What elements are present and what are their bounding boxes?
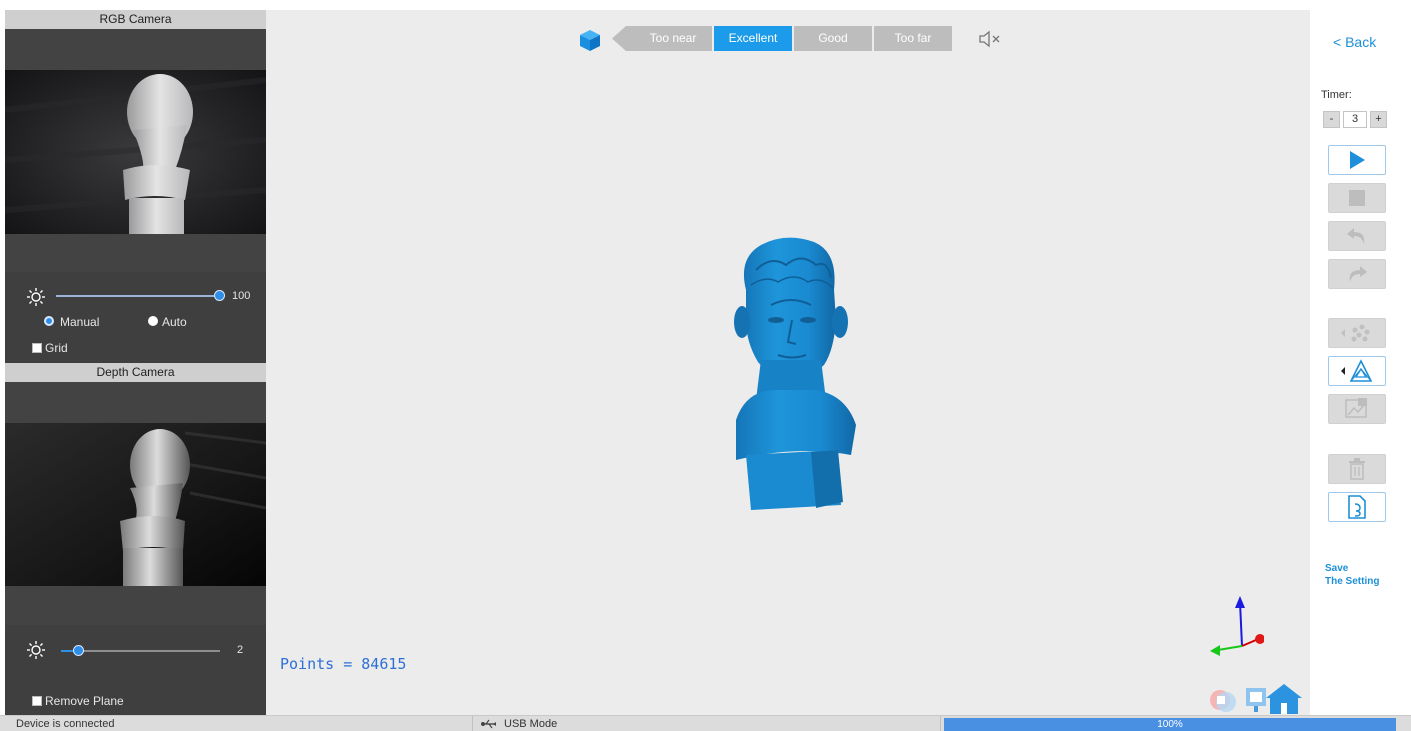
tool-panel: < Back Timer: - 3 + Save The Setting <box>1310 10 1411 715</box>
arrow-left-icon <box>612 26 636 51</box>
speaker-muted-icon[interactable] <box>978 30 1002 48</box>
timer-decrement-button[interactable]: - <box>1323 111 1340 128</box>
auto-radio-label: Auto <box>162 315 187 329</box>
undo-button[interactable] <box>1328 221 1386 251</box>
rgb-camera-feed <box>5 70 266 234</box>
status-bar: Device is connected USB Mode 100% <box>0 715 1411 731</box>
play-icon <box>1350 151 1365 169</box>
status-divider <box>472 716 473 731</box>
save-settings-line1: Save <box>1325 563 1349 574</box>
redo-icon <box>1349 266 1367 282</box>
depth-brightness-value: 2 <box>237 644 244 656</box>
sun-icon <box>27 288 45 306</box>
depth-camera-feed <box>5 423 266 586</box>
timer-value-input[interactable]: 3 <box>1343 111 1367 128</box>
texture-button[interactable] <box>1328 394 1386 424</box>
connection-mode: USB Mode <box>504 718 558 730</box>
start-scan-button[interactable] <box>1328 145 1386 175</box>
remove-plane-checkbox[interactable] <box>32 696 42 706</box>
remove-plane-label: Remove Plane <box>45 694 124 708</box>
camera-panel: RGB Camera 100 Manual Auto Grid Depth Ca… <box>5 10 266 715</box>
view-mode-icons[interactable] <box>1204 680 1308 714</box>
mesh-button[interactable] <box>1328 356 1386 386</box>
export-button[interactable] <box>1328 492 1386 522</box>
rgb-brightness-handle[interactable] <box>214 290 225 301</box>
rgb-camera-title: RGB Camera <box>5 10 266 29</box>
cube-icon <box>580 30 600 51</box>
auto-radio[interactable] <box>148 316 158 326</box>
rgb-brightness-slider[interactable] <box>56 295 220 297</box>
usb-icon <box>481 719 496 729</box>
timer-label: Timer: <box>1321 89 1352 101</box>
grid-checkbox[interactable] <box>32 343 42 353</box>
depth-camera-title: Depth Camera <box>5 363 266 382</box>
quality-too-near: Too near <box>634 26 712 51</box>
point-cloud-icon <box>1341 324 1370 342</box>
grid-checkbox-label: Grid <box>45 341 68 355</box>
manual-radio[interactable] <box>44 316 54 326</box>
timer-increment-button[interactable]: + <box>1370 111 1387 128</box>
points-count: Points = 84615 <box>280 655 407 673</box>
trash-icon <box>1349 458 1365 480</box>
progress-bar: 100% <box>944 718 1396 731</box>
axis-gizmo-icon <box>1210 596 1264 656</box>
quality-excellent: Excellent <box>714 26 792 51</box>
sun-icon <box>27 641 45 659</box>
delete-button[interactable] <box>1328 454 1386 484</box>
distance-quality-bar: Too near Excellent Good Too far <box>634 26 954 51</box>
stop-icon <box>1349 190 1365 206</box>
texture-icon <box>1345 398 1367 418</box>
mesh-icon <box>1341 359 1373 382</box>
rgb-brightness-value: 100 <box>232 290 251 302</box>
status-divider <box>940 716 941 731</box>
3d-viewport[interactable]: Too near Excellent Good Too far Points =… <box>266 10 1310 715</box>
redo-button[interactable] <box>1328 259 1386 289</box>
depth-brightness-handle[interactable] <box>73 645 84 656</box>
depth-brightness-slider[interactable] <box>61 650 220 652</box>
app-window: RGB Camera 100 Manual Auto Grid Depth Ca… <box>0 0 1411 731</box>
point-cloud-button[interactable] <box>1328 318 1386 348</box>
quality-good: Good <box>794 26 872 51</box>
scanned-model[interactable] <box>716 230 876 510</box>
export-icon <box>1348 495 1366 519</box>
save-settings-link[interactable]: Save The Setting <box>1325 562 1379 588</box>
manual-radio-label: Manual <box>60 315 100 329</box>
device-status: Device is connected <box>16 718 115 730</box>
undo-icon <box>1347 228 1365 244</box>
save-settings-line2: The Setting <box>1325 576 1380 587</box>
quality-too-far: Too far <box>874 26 952 51</box>
stop-scan-button[interactable] <box>1328 183 1386 213</box>
back-button[interactable]: < Back <box>1333 34 1376 50</box>
